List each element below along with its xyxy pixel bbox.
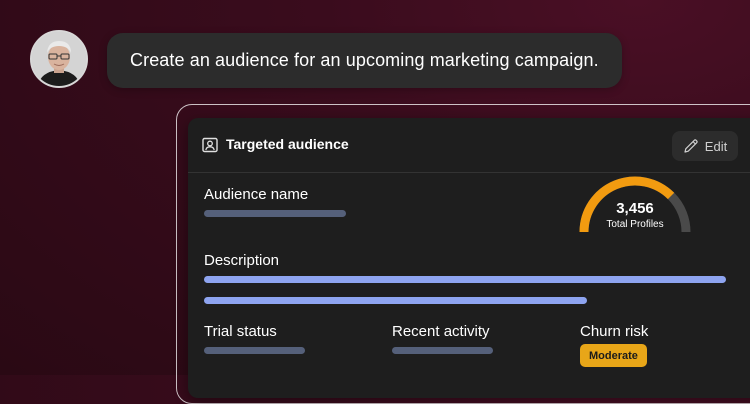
description-line-2-placeholder [204, 297, 587, 304]
card-title: Targeted audience [226, 136, 349, 152]
description-line-1-placeholder [204, 276, 726, 283]
user-portrait-icon [32, 32, 86, 86]
description-label: Description [204, 252, 280, 269]
audience-name-label: Audience name [204, 186, 309, 203]
churn-risk-badge: Moderate [580, 344, 647, 367]
card-header: Targeted audience Edit [188, 118, 750, 173]
edit-button-label: Edit [704, 138, 728, 154]
edit-button[interactable]: Edit [672, 131, 738, 161]
audience-name-value-placeholder [204, 210, 346, 217]
chat-message-bubble: Create an audience for an upcoming marke… [107, 33, 622, 88]
trial-status-value-placeholder [204, 347, 305, 354]
total-profiles-caption: Total Profiles [606, 219, 664, 230]
user-avatar [30, 30, 88, 88]
user-card-icon [202, 137, 218, 153]
targeted-audience-card: Targeted audience Edit Audience name 3,4… [188, 118, 750, 398]
total-profiles-value: 3,456 [616, 200, 654, 217]
recent-activity-label: Recent activity [392, 323, 490, 340]
trial-status-label: Trial status [204, 323, 277, 340]
chat-message-text: Create an audience for an upcoming marke… [130, 50, 599, 70]
churn-risk-label: Churn risk [580, 323, 649, 340]
pencil-icon [684, 139, 698, 153]
recent-activity-value-placeholder [392, 347, 493, 354]
